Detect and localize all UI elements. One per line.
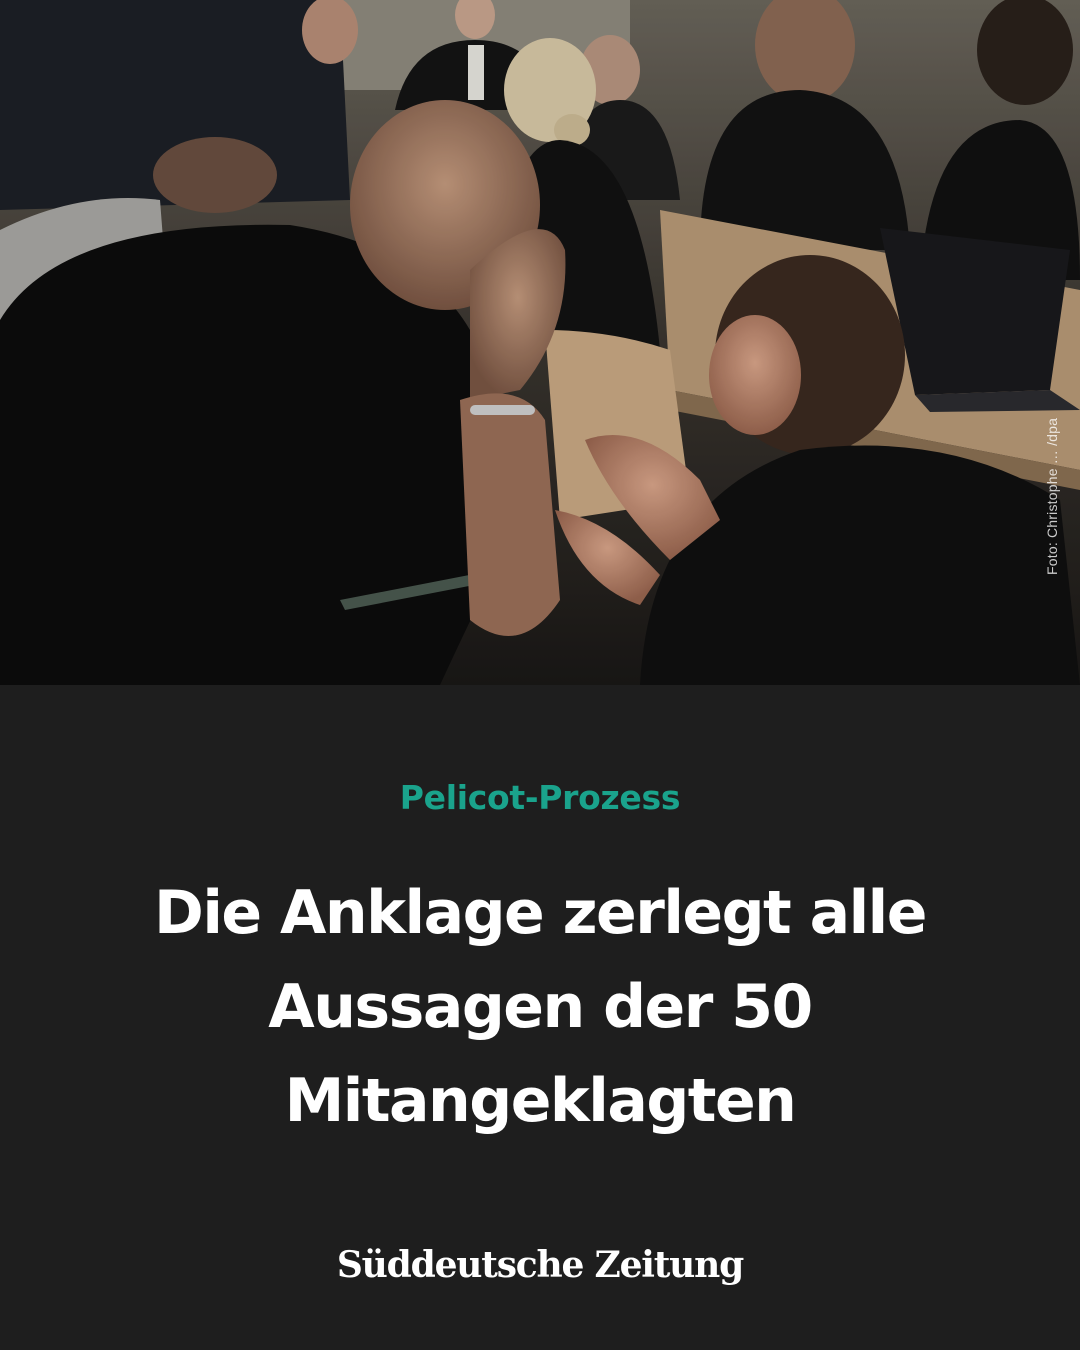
post-card: Foto: Christophe … /dpa Pelicot-Prozess …	[0, 0, 1080, 1350]
article-headline: Die Anklage zerlegt alle Aussagen der 50…	[154, 878, 927, 1136]
courtroom-photo: Foto: Christophe … /dpa	[0, 0, 1080, 685]
courtroom-photo-illustration	[0, 0, 1080, 685]
brand-logo: Süddeutsche Zeitung	[336, 1244, 744, 1286]
photo-credit: Foto: Christophe … /dpa	[1044, 417, 1060, 575]
article-kicker: Pelicot-Prozess	[399, 778, 681, 817]
